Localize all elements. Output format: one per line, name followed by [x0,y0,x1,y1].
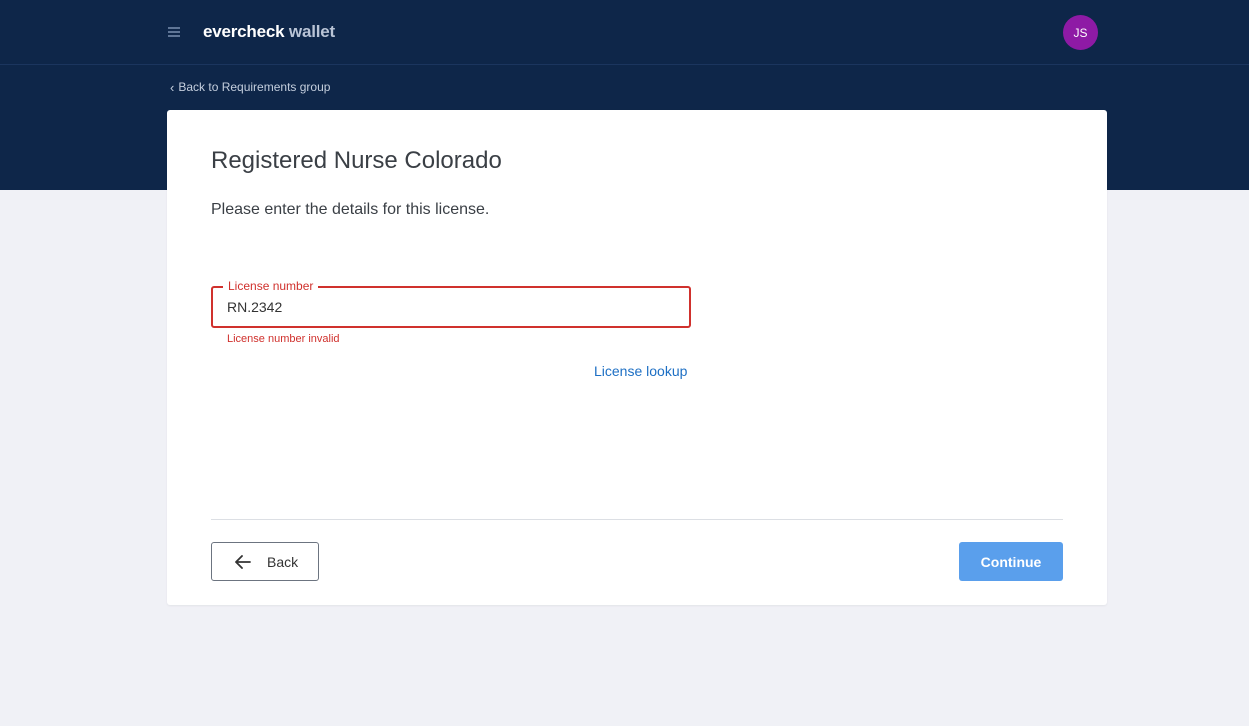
license-number-error: License number invalid [227,333,340,345]
arrow-left-icon [235,554,251,569]
back-to-requirements-link[interactable]: ‹ Back to Requirements group [170,80,330,94]
logo-secondary-text: wallet [288,22,335,41]
license-lookup-link[interactable]: License lookup [594,363,687,379]
footer-divider [211,519,1063,520]
license-number-input[interactable] [213,288,689,326]
chevron-left-icon: ‹ [170,79,175,95]
continue-button[interactable]: Continue [959,542,1063,581]
license-number-field: License number [211,279,691,328]
page-subtitle: Please enter the details for this licens… [211,201,490,218]
app-logo[interactable]: evercheck wallet [203,22,335,42]
license-details-card: Registered Nurse Colorado Please enter t… [167,110,1107,605]
back-button-label: Back [267,553,299,570]
page-title: Registered Nurse Colorado [211,147,502,174]
hamburger-menu-icon[interactable] [168,27,182,39]
breadcrumb-label: Back to Requirements group [178,80,331,94]
user-avatar[interactable]: JS [1063,15,1098,50]
logo-primary-text: evercheck [203,22,285,41]
back-button[interactable]: Back [211,542,319,581]
top-navigation-bar: evercheck wallet JS [0,0,1249,65]
